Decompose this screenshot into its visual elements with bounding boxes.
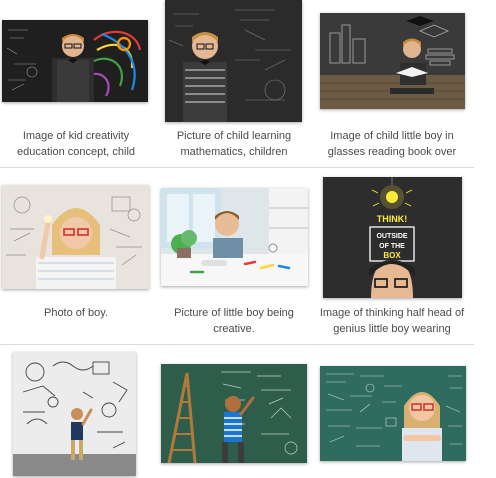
caption-line: Image of child little boy in [330,130,454,142]
kid-creativity-image [2,20,148,102]
caption-line: Image of kid creativity [22,130,130,142]
result-thumbnail[interactable] [161,188,308,286]
result-card[interactable]: Picture of child learning mathematics, c… [158,0,316,165]
result-card[interactable]: Image of kid creativity education concep… [0,0,158,165]
caption-line: creative. [213,323,255,335]
caption-line: mathematics, children [180,146,288,158]
result-caption[interactable]: Image of thinking half head of genius li… [316,305,468,337]
caption-line: Picture of child learning [176,130,292,142]
result-card[interactable]: Image of child little boy in glasses rea… [316,0,474,165]
boy-ladder-image [161,364,307,463]
caption-line: education concept, child [16,146,136,158]
result-thumbnail[interactable] [320,366,466,461]
outside-text: OUTSIDE [376,233,407,240]
think-text: THINK! [377,214,408,224]
boy-reading-image [320,13,465,109]
result-thumbnail[interactable] [165,0,302,122]
result-thumbnail[interactable] [2,185,149,289]
boy-crafting-image [161,188,308,286]
caption-line: Image of thinking half head of [319,307,465,319]
caption-line: Picture of little boy being [174,307,294,319]
girl-formulas-image [320,366,466,461]
result-card[interactable] [0,345,158,478]
caption-line: glasses reading book over [327,146,457,158]
result-thumbnail[interactable] [161,364,307,463]
of-the-text: OF THE [379,243,405,250]
boy-drawing-wall-image [13,352,136,476]
result-caption[interactable]: Picture of child learning mathematics, c… [158,128,310,160]
result-caption[interactable]: Photo of boy. [0,305,152,321]
result-card[interactable]: THINK! OUTSIDE OF THE BOX Image of think… [316,168,474,343]
child-math-image [165,0,302,122]
result-card[interactable] [158,345,316,478]
result-thumbnail[interactable] [320,13,465,109]
result-caption[interactable]: Image of kid creativity education concep… [0,128,152,160]
result-card[interactable] [316,345,474,478]
result-caption[interactable]: Picture of little boy being creative. [158,305,310,337]
result-thumbnail[interactable] [2,20,148,102]
result-thumbnail[interactable]: THINK! OUTSIDE OF THE BOX [323,177,462,298]
caption-line: genius little boy wearing [333,323,451,335]
caption-line: Photo of boy. [43,307,108,319]
result-card[interactable]: Picture of little boy being creative. [158,168,316,343]
result-caption[interactable]: Image of child little boy in glasses rea… [316,128,468,160]
think-outside-box-image: THINK! OUTSIDE OF THE BOX [323,177,462,298]
box-text: BOX [383,251,401,260]
girl-sketches-image [2,185,149,289]
result-thumbnail[interactable] [13,352,136,476]
result-card[interactable]: Photo of boy. [0,168,158,343]
